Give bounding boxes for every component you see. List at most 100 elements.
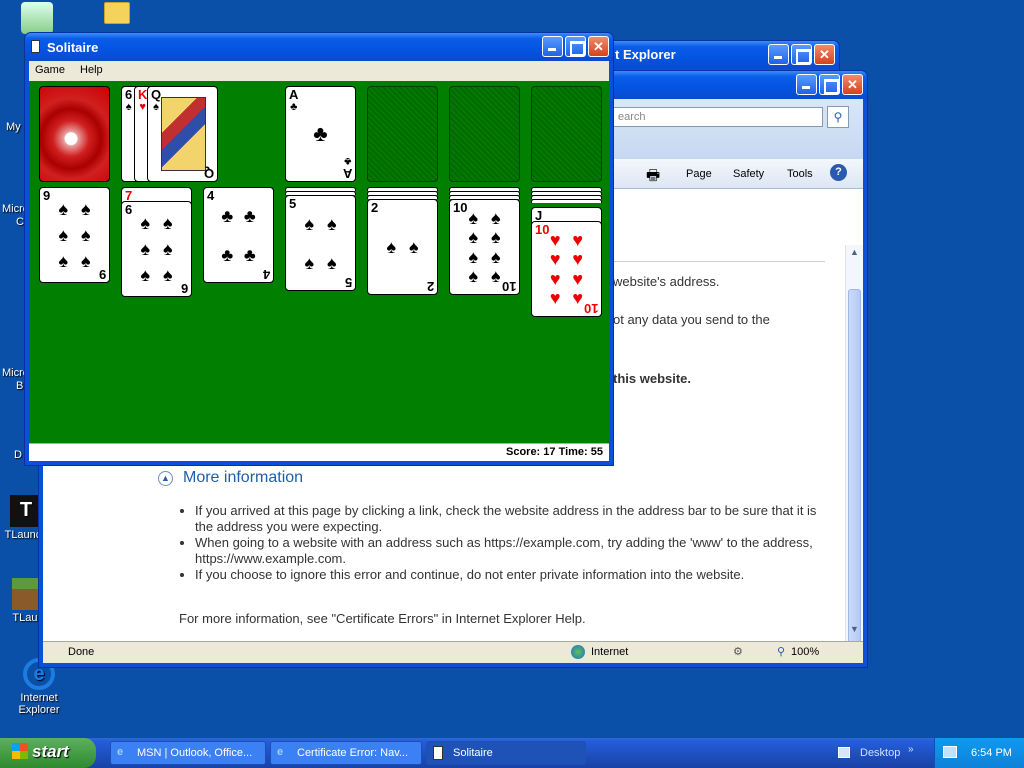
solitaire-window[interactable]: Solitaire ✕ Game Help 6 ♠ K ♥ Q ♠ Q A ♣ ♣ A ♣	[24, 32, 614, 466]
foundation-pile[interactable]: A ♣ ♣ A ♣	[285, 86, 356, 182]
card-pips: ♠ ♠	[386, 237, 419, 257]
foundation-slot[interactable]	[367, 86, 438, 182]
windows-logo-icon	[12, 743, 28, 759]
protected-mode-icon[interactable]: ⚙	[733, 645, 743, 658]
search-input[interactable]: earch	[613, 107, 823, 127]
clock[interactable]: 6:54 PM	[971, 747, 1012, 759]
taskbar-item-solitaire[interactable]: Solitaire	[426, 741, 586, 765]
vertical-scrollbar[interactable]: ▲ ▼	[845, 245, 863, 649]
zone-text: Internet	[591, 646, 629, 658]
card-rank-bottom: 10	[583, 301, 598, 316]
solitaire-status-bar: Score: 17 Time: 55	[29, 443, 609, 461]
card-pips: ♠ ♠ ♠ ♠	[304, 213, 337, 273]
tools-menu[interactable]: Tools	[787, 168, 813, 180]
footer-text: For more information, see "Certificate E…	[179, 611, 586, 626]
page-menu[interactable]: Page	[686, 168, 712, 180]
card-rank-bottom: Q	[203, 166, 214, 181]
card-pips: ♠ ♠ ♠ ♠ ♠ ♠	[140, 213, 173, 285]
maximize-button[interactable]	[565, 36, 586, 57]
tableau-card[interactable]: 10 ♥ ♥ ♥ ♥ ♥ ♥ ♥ ♥ 10	[531, 221, 602, 317]
card-rank: 2	[371, 200, 379, 215]
list-item: When going to a website with an address …	[195, 535, 819, 567]
menu-help[interactable]: Help	[74, 61, 109, 76]
globe-icon	[571, 645, 585, 659]
close-button[interactable]: ✕	[588, 36, 609, 57]
scroll-down-button[interactable]: ▼	[847, 624, 862, 639]
desktop-icon-label: Internet Explorer	[18, 692, 60, 716]
tableau-card[interactable]: 2 ♠ ♠ 2	[367, 199, 438, 295]
taskbar-item-certificate-error[interactable]: e Certificate Error: Nav...	[270, 741, 422, 765]
desktop-icon-label[interactable]: D	[14, 449, 22, 461]
card-rank-bottom: 2	[426, 279, 434, 294]
content-text: ot any data you send to the	[613, 312, 770, 327]
taskbar-item-label: MSN | Outlook, Office...	[137, 747, 253, 759]
card-pips: ♠ ♠ ♠ ♠ ♠ ♠ ♠ ♠	[468, 207, 501, 287]
waste-top-card[interactable]: Q ♠ Q	[147, 86, 218, 182]
ie-back-titlebar[interactable]: t Explorer ✕	[601, 41, 839, 69]
zoom-icon[interactable]: ⚲	[777, 645, 785, 658]
game-table: 6 ♠ K ♥ Q ♠ Q A ♣ ♣ A ♣ 9 ♠ ♠ ♠ ♠ ♠ ♠ 9 7 6	[29, 81, 609, 443]
card-rank: Q ♠	[151, 87, 162, 113]
start-button[interactable]: start	[0, 738, 96, 768]
desktop-icon-label: C	[16, 216, 24, 228]
queen-face-icon	[161, 97, 206, 171]
help-icon[interactable]: ?	[830, 164, 847, 181]
scroll-thumb[interactable]	[848, 289, 861, 649]
status-text: Done	[68, 646, 95, 658]
card-rank: K ♥	[138, 87, 148, 113]
foundation-slot[interactable]	[449, 86, 520, 182]
solitaire-app-icon	[433, 746, 443, 760]
minimize-button[interactable]	[768, 44, 789, 65]
close-button[interactable]: ✕	[842, 74, 863, 95]
solitaire-menubar: Game Help	[29, 61, 609, 81]
desktop-icon-label: B	[16, 380, 24, 392]
maximize-button[interactable]	[791, 44, 812, 65]
maximize-icon	[566, 37, 585, 56]
folder-icon[interactable]	[82, 2, 152, 26]
foundation-slot[interactable]	[531, 86, 602, 182]
card-center-suit: ♣	[313, 121, 328, 146]
tableau-card[interactable]: 4 ♣ ♣ ♣ ♣ 4	[203, 187, 274, 283]
ie-back-title: t Explorer	[615, 47, 676, 62]
desktop-toolbar-icon[interactable]	[838, 747, 850, 758]
card-rank-bottom: 5	[344, 275, 352, 290]
card-rank-bottom: 6	[180, 281, 188, 296]
minimize-button[interactable]	[796, 74, 817, 95]
chevron-icon[interactable]: »	[908, 744, 914, 755]
start-label: start	[32, 742, 69, 761]
more-information-link[interactable]: More information	[183, 469, 303, 487]
ie-logo-icon: e	[277, 746, 284, 758]
tableau-card[interactable]: 6 ♠ ♠ ♠ ♠ ♠ ♠ 6	[121, 201, 192, 297]
safety-menu[interactable]: Safety	[733, 168, 764, 180]
tableau-card[interactable]: 9 ♠ ♠ ♠ ♠ ♠ ♠ 9	[39, 187, 110, 283]
list-item: If you choose to ignore this error and c…	[195, 567, 819, 583]
card-rank-bottom: A ♣	[342, 155, 352, 181]
expand-icon[interactable]: ▲	[158, 471, 173, 486]
ie-logo-icon: e	[117, 746, 124, 758]
search-icon[interactable]: ⚲	[827, 106, 849, 128]
close-icon: ✕	[847, 77, 858, 92]
minimize-button[interactable]	[542, 36, 563, 57]
card-rank: 9	[43, 188, 51, 203]
print-icon[interactable]: 🖶	[646, 165, 660, 190]
solitaire-titlebar[interactable]: Solitaire ✕	[25, 33, 613, 61]
zoom-level[interactable]: 100%	[791, 646, 819, 658]
stock-pile[interactable]	[39, 86, 110, 182]
desktop-toolbar-label[interactable]: Desktop	[860, 747, 900, 759]
taskbar-item-label: Certificate Error: Nav...	[297, 747, 409, 759]
ie-back-window-controls: ✕	[768, 44, 835, 65]
ie-status-bar: Done Internet ⚙ ⚲ 100%	[43, 641, 863, 663]
system-tray: 6:54 PM	[934, 738, 1024, 768]
close-button[interactable]: ✕	[814, 44, 835, 65]
tableau-card[interactable]: 10 ♠ ♠ ♠ ♠ ♠ ♠ ♠ ♠ 10	[449, 199, 520, 295]
card-pips: ♣ ♣ ♣ ♣	[221, 205, 256, 265]
tableau-card[interactable]: 5 ♠ ♠ ♠ ♠ 5	[285, 195, 356, 291]
network-icon[interactable]	[943, 746, 957, 758]
info-bullets: If you arrived at this page by clicking …	[179, 503, 819, 583]
menu-game[interactable]: Game	[29, 61, 71, 76]
scroll-up-button[interactable]: ▲	[847, 247, 862, 262]
taskbar-item-msn[interactable]: e MSN | Outlook, Office...	[110, 741, 266, 765]
desktop-icon-label[interactable]: My	[6, 121, 21, 133]
maximize-button[interactable]	[819, 74, 840, 95]
maximize-icon	[792, 45, 811, 64]
